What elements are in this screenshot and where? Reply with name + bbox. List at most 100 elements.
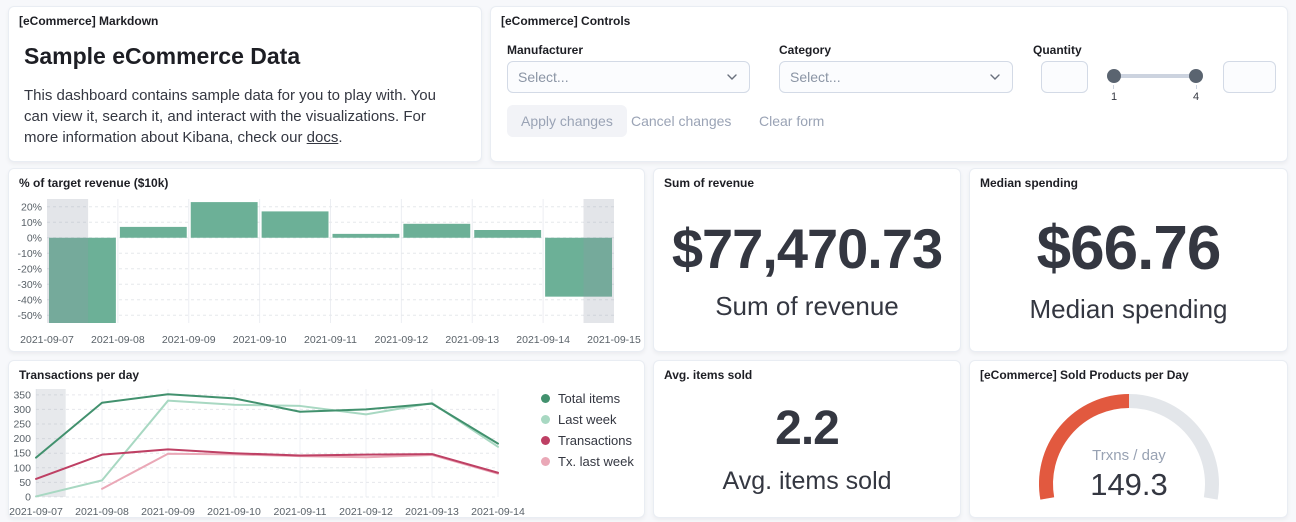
svg-text:2021-09-09: 2021-09-09 bbox=[141, 506, 195, 518]
svg-text:2021-09-07: 2021-09-07 bbox=[9, 506, 63, 518]
svg-text:300: 300 bbox=[13, 404, 31, 416]
markdown-body: This dashboard contains sample data for … bbox=[24, 85, 459, 148]
target-revenue-chart-panel: % of target revenue ($10k) 20% 10% 0% -10% -… bbox=[8, 168, 645, 352]
category-select[interactable]: Select... bbox=[779, 61, 1013, 93]
legend-dot-icon bbox=[541, 394, 550, 403]
svg-text:2021-09-11: 2021-09-11 bbox=[274, 506, 327, 518]
target-revenue-bar-chart[interactable]: 20% 10% 0% -10% -20% -30% -40% -50% 2021-09-07 20… bbox=[9, 191, 645, 352]
svg-text:-40%: -40% bbox=[17, 294, 42, 306]
svg-text:2021-09-09: 2021-09-09 bbox=[162, 334, 216, 346]
category-label: Category bbox=[779, 43, 831, 57]
svg-text:2021-09-12: 2021-09-12 bbox=[339, 506, 393, 518]
slider-min-label: 1 bbox=[1111, 91, 1117, 103]
svg-text:149.3: 149.3 bbox=[1090, 467, 1168, 502]
sum-of-revenue-label: Sum of revenue bbox=[715, 291, 899, 322]
svg-text:0: 0 bbox=[25, 492, 31, 504]
panel-title: Median spending bbox=[980, 176, 1078, 190]
panel-title: Avg. items sold bbox=[664, 368, 752, 382]
apply-changes-button[interactable]: Apply changes bbox=[507, 105, 627, 137]
manufacturer-placeholder: Select... bbox=[518, 69, 569, 85]
category-placeholder: Select... bbox=[790, 69, 841, 85]
markdown-text-end: . bbox=[338, 129, 342, 146]
svg-text:100: 100 bbox=[13, 462, 31, 474]
median-spending-panel: Median spending $66.76 Median spending bbox=[969, 168, 1288, 352]
svg-text:10%: 10% bbox=[21, 217, 42, 229]
svg-text:2021-09-10: 2021-09-10 bbox=[207, 506, 261, 518]
markdown-text: This dashboard contains sample data for … bbox=[24, 87, 436, 146]
docs-link[interactable]: docs bbox=[307, 129, 339, 146]
sum-of-revenue-panel: Sum of revenue $77,470.73 Sum of revenue bbox=[653, 168, 961, 352]
svg-text:0%: 0% bbox=[27, 232, 42, 244]
svg-text:350: 350 bbox=[13, 389, 31, 401]
chevron-down-icon bbox=[988, 70, 1002, 84]
panel-title: Sum of revenue bbox=[664, 176, 754, 190]
quantity-range-slider[interactable]: 1 4 bbox=[1103, 61, 1207, 101]
slider-handle-max[interactable] bbox=[1189, 69, 1203, 83]
panel-title: [eCommerce] Markdown bbox=[19, 14, 158, 28]
markdown-heading: Sample eCommerce Data bbox=[24, 43, 300, 70]
svg-text:50: 50 bbox=[19, 477, 31, 489]
slider-track[interactable] bbox=[1109, 74, 1201, 78]
svg-text:150: 150 bbox=[13, 448, 31, 460]
legend-label: Total items bbox=[558, 391, 620, 406]
transactions-line-chart[interactable]: 0501001502002503003502021-09-072021-09-0… bbox=[9, 383, 529, 518]
quantity-max-input[interactable] bbox=[1223, 61, 1276, 93]
svg-text:2021-09-08: 2021-09-08 bbox=[91, 334, 145, 346]
quantity-label: Quantity bbox=[1033, 43, 1082, 57]
svg-text:2021-09-15: 2021-09-15 bbox=[587, 334, 641, 346]
slider-tick bbox=[1196, 85, 1197, 89]
legend-item[interactable]: Total items bbox=[541, 391, 634, 406]
legend-item[interactable]: Tx. last week bbox=[541, 454, 634, 469]
panel-title: % of target revenue ($10k) bbox=[19, 176, 168, 190]
metric: $66.76 Median spending bbox=[970, 191, 1287, 351]
panel-title: [eCommerce] Sold Products per Day bbox=[980, 368, 1189, 382]
svg-text:-50%: -50% bbox=[17, 310, 42, 322]
legend-label: Tx. last week bbox=[558, 454, 634, 469]
slider-max-label: 4 bbox=[1193, 91, 1199, 103]
svg-text:2021-09-14: 2021-09-14 bbox=[471, 506, 525, 518]
legend-label: Last week bbox=[558, 412, 617, 427]
slider-tick bbox=[1113, 85, 1114, 89]
chevron-down-icon bbox=[725, 70, 739, 84]
avg-items-sold-panel: Avg. items sold 2.2 Avg. items sold bbox=[653, 360, 961, 518]
svg-text:2021-09-14: 2021-09-14 bbox=[516, 334, 570, 346]
svg-text:2021-09-07: 2021-09-07 bbox=[20, 334, 74, 346]
manufacturer-select[interactable]: Select... bbox=[507, 61, 750, 93]
controls-panel: [eCommerce] Controls Manufacturer Select… bbox=[490, 6, 1288, 162]
svg-text:2021-09-12: 2021-09-12 bbox=[375, 334, 429, 346]
svg-text:200: 200 bbox=[13, 433, 31, 445]
legend-dot-icon bbox=[541, 436, 550, 445]
median-spending-value: $66.76 bbox=[1037, 218, 1221, 280]
svg-text:-20%: -20% bbox=[17, 263, 42, 275]
avg-items-sold-label: Avg. items sold bbox=[722, 467, 891, 496]
svg-text:-10%: -10% bbox=[17, 248, 42, 260]
slider-handle-min[interactable] bbox=[1107, 69, 1121, 83]
svg-text:2021-09-13: 2021-09-13 bbox=[445, 334, 499, 346]
cancel-changes-button[interactable]: Cancel changes bbox=[631, 105, 731, 137]
panel-title: [eCommerce] Controls bbox=[501, 14, 630, 28]
sold-products-gauge-panel: [eCommerce] Sold Products per Day Trxns … bbox=[969, 360, 1288, 518]
legend-item[interactable]: Transactions bbox=[541, 433, 634, 448]
markdown-panel: [eCommerce] Markdown Sample eCommerce Da… bbox=[8, 6, 482, 162]
legend-dot-icon bbox=[541, 415, 550, 424]
panel-title: Transactions per day bbox=[19, 368, 139, 382]
clear-form-button[interactable]: Clear form bbox=[759, 105, 824, 137]
trxns-per-day-gauge[interactable]: Trxns / day 149.3 bbox=[970, 383, 1288, 518]
chart-legend: Total items Last week Transactions Tx. last… bbox=[541, 391, 634, 469]
legend-dot-icon bbox=[541, 457, 550, 466]
legend-item[interactable]: Last week bbox=[541, 412, 634, 427]
quantity-min-input[interactable] bbox=[1041, 61, 1088, 93]
median-spending-label: Median spending bbox=[1029, 294, 1227, 325]
kibana-dashboard: { "markdown_panel": { "title": "[eCommer… bbox=[0, 0, 1296, 522]
svg-text:-30%: -30% bbox=[17, 279, 42, 291]
svg-text:20%: 20% bbox=[21, 201, 42, 213]
svg-text:2021-09-08: 2021-09-08 bbox=[75, 506, 129, 518]
svg-text:2021-09-13: 2021-09-13 bbox=[405, 506, 459, 518]
svg-text:2021-09-11: 2021-09-11 bbox=[304, 334, 357, 346]
sum-of-revenue-value: $77,470.73 bbox=[672, 221, 942, 277]
svg-text:Trxns / day: Trxns / day bbox=[1092, 447, 1166, 464]
svg-text:2021-09-10: 2021-09-10 bbox=[233, 334, 287, 346]
legend-label: Transactions bbox=[558, 433, 632, 448]
metric: 2.2 Avg. items sold bbox=[654, 383, 960, 517]
transactions-chart-panel: Transactions per day 0501001502002503003… bbox=[8, 360, 645, 518]
